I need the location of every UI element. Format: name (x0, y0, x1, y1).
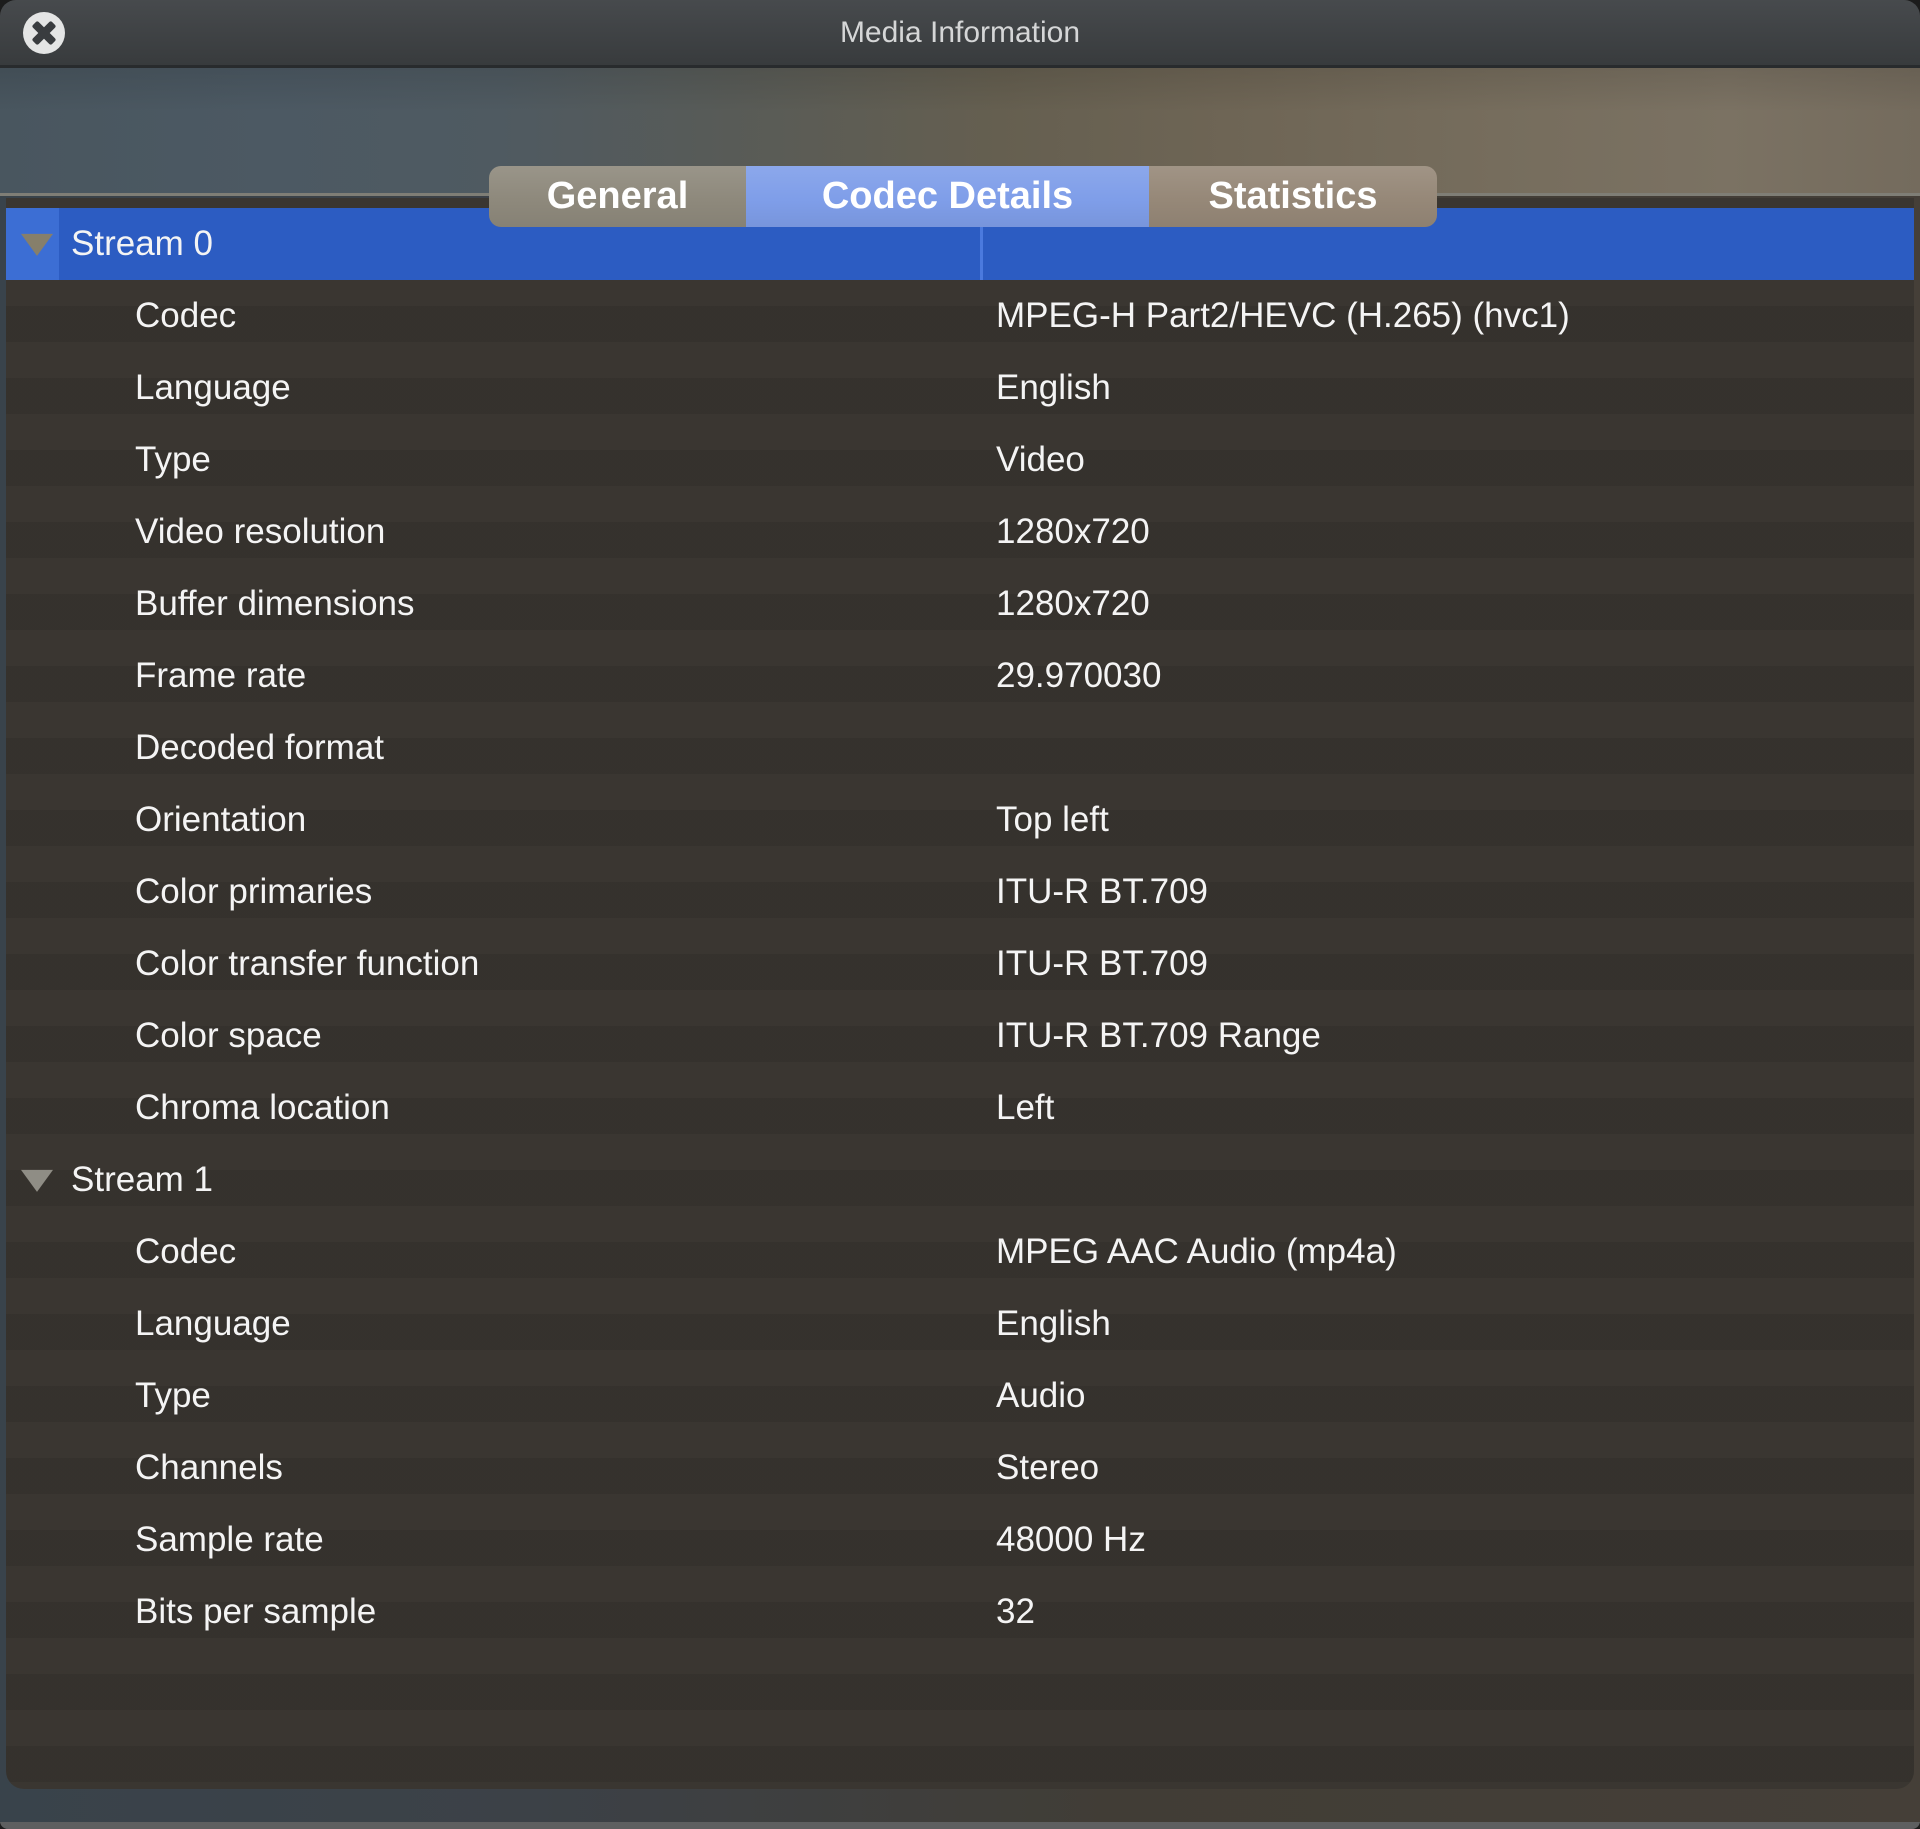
tree-row-property[interactable]: Color transfer function ITU-R BT.709 (6, 928, 1914, 1000)
property-value: 32 (980, 1592, 1914, 1632)
tree-row-property[interactable]: Codec MPEG AAC Audio (mp4a) (6, 1216, 1914, 1288)
tab-codec-details[interactable]: Codec Details (746, 166, 1149, 227)
tab-general[interactable]: General (489, 166, 746, 227)
window-title: Media Information (0, 0, 1920, 68)
property-label-cell: Frame rate (6, 640, 980, 712)
property-label: Type (135, 440, 211, 480)
tree-row-property[interactable]: Language English (6, 352, 1914, 424)
property-label-cell: Color space (6, 1000, 980, 1072)
property-label-cell: Type (6, 1360, 980, 1432)
property-label-cell: Bits per sample (6, 1576, 980, 1648)
property-label: Bits per sample (135, 1592, 376, 1632)
tree-row-property[interactable]: Channels Stereo (6, 1432, 1914, 1504)
property-value: Audio (980, 1376, 1914, 1416)
property-label: Color space (135, 1016, 322, 1056)
property-label: Codec (135, 1232, 236, 1272)
property-value: 29.970030 (980, 656, 1914, 696)
property-label: Codec (135, 296, 236, 336)
tree-row-property[interactable]: Video resolution 1280x720 (6, 496, 1914, 568)
property-value: MPEG-H Part2/HEVC (H.265) (hvc1) (980, 296, 1914, 336)
stream-header-label-cell: Stream 1 (6, 1144, 980, 1216)
property-value: Top left (980, 800, 1914, 840)
media-information-window: Stream 0 Codec MPEG-H Part2/HEVC (H.265) (… (0, 0, 1920, 1829)
property-value: MPEG AAC Audio (mp4a) (980, 1232, 1914, 1272)
property-label-cell: Sample rate (6, 1504, 980, 1576)
property-label-cell: Language (6, 352, 980, 424)
codec-details-tree: Stream 0 Codec MPEG-H Part2/HEVC (H.265) (… (6, 198, 1914, 1789)
property-label: Language (135, 1304, 291, 1344)
property-label: Language (135, 368, 291, 408)
property-value: English (980, 368, 1914, 408)
property-value: English (980, 1304, 1914, 1344)
tree-rows: Stream 0 Codec MPEG-H Part2/HEVC (H.265) (… (6, 208, 1914, 1648)
tree-row-property[interactable]: Codec MPEG-H Part2/HEVC (H.265) (hvc1) (6, 280, 1914, 352)
stream-name: Stream 1 (71, 1160, 213, 1200)
property-label: Orientation (135, 800, 306, 840)
property-label-cell: Codec (6, 280, 980, 352)
window-bottom-edge (0, 1822, 1920, 1829)
property-label-cell: Type (6, 424, 980, 496)
tree-row-property[interactable]: Type Video (6, 424, 1914, 496)
property-label-cell: Video resolution (6, 496, 980, 568)
property-label: Channels (135, 1448, 283, 1488)
property-value: 1280x720 (980, 512, 1914, 552)
tree-row-property[interactable]: Frame rate 29.970030 (6, 640, 1914, 712)
property-value: ITU-R BT.709 Range (980, 1016, 1914, 1056)
tab-bar: General Codec Details Statistics (489, 166, 1437, 227)
close-icon[interactable] (23, 12, 65, 54)
disclosure-triangle-icon[interactable] (21, 1170, 53, 1192)
property-value: 1280x720 (980, 584, 1914, 624)
property-value: ITU-R BT.709 (980, 944, 1914, 984)
property-label: Video resolution (135, 512, 385, 552)
tree-row-property[interactable]: Color space ITU-R BT.709 Range (6, 1000, 1914, 1072)
property-label-cell: Color transfer function (6, 928, 980, 1000)
tree-row-stream-header[interactable]: Stream 1 (6, 1144, 1914, 1216)
property-label-cell: Codec (6, 1216, 980, 1288)
property-label-cell: Buffer dimensions (6, 568, 980, 640)
property-label: Color primaries (135, 872, 372, 912)
property-label: Chroma location (135, 1088, 390, 1128)
property-label-cell: Language (6, 1288, 980, 1360)
property-value: 48000 Hz (980, 1520, 1914, 1560)
property-label: Buffer dimensions (135, 584, 415, 624)
property-label: Decoded format (135, 728, 384, 768)
property-label-cell: Orientation (6, 784, 980, 856)
stream-name: Stream 0 (71, 224, 213, 264)
tree-row-property[interactable]: Color primaries ITU-R BT.709 (6, 856, 1914, 928)
tree-row-property[interactable]: Orientation Top left (6, 784, 1914, 856)
property-label-cell: Color primaries (6, 856, 980, 928)
property-value: Left (980, 1088, 1914, 1128)
disclosure-triangle-icon[interactable] (21, 234, 53, 256)
tree-row-property[interactable]: Bits per sample 32 (6, 1576, 1914, 1648)
property-value: Video (980, 440, 1914, 480)
tree-row-property[interactable]: Language English (6, 1288, 1914, 1360)
tree-row-property[interactable]: Decoded format (6, 712, 1914, 784)
property-label: Frame rate (135, 656, 306, 696)
tree-row-property[interactable]: Buffer dimensions 1280x720 (6, 568, 1914, 640)
property-label-cell: Channels (6, 1432, 980, 1504)
property-label-cell: Decoded format (6, 712, 980, 784)
toolbar: General Codec Details Statistics (0, 68, 1920, 196)
property-label: Sample rate (135, 1520, 324, 1560)
property-label-cell: Chroma location (6, 1072, 980, 1144)
property-label: Type (135, 1376, 211, 1416)
property-value: ITU-R BT.709 (980, 872, 1914, 912)
tree-row-property[interactable]: Chroma location Left (6, 1072, 1914, 1144)
tree-row-property[interactable]: Type Audio (6, 1360, 1914, 1432)
title-bar: Media Information (0, 0, 1920, 68)
tab-statistics[interactable]: Statistics (1149, 166, 1437, 227)
property-value: Stereo (980, 1448, 1914, 1488)
property-label: Color transfer function (135, 944, 479, 984)
tree-row-property[interactable]: Sample rate 48000 Hz (6, 1504, 1914, 1576)
